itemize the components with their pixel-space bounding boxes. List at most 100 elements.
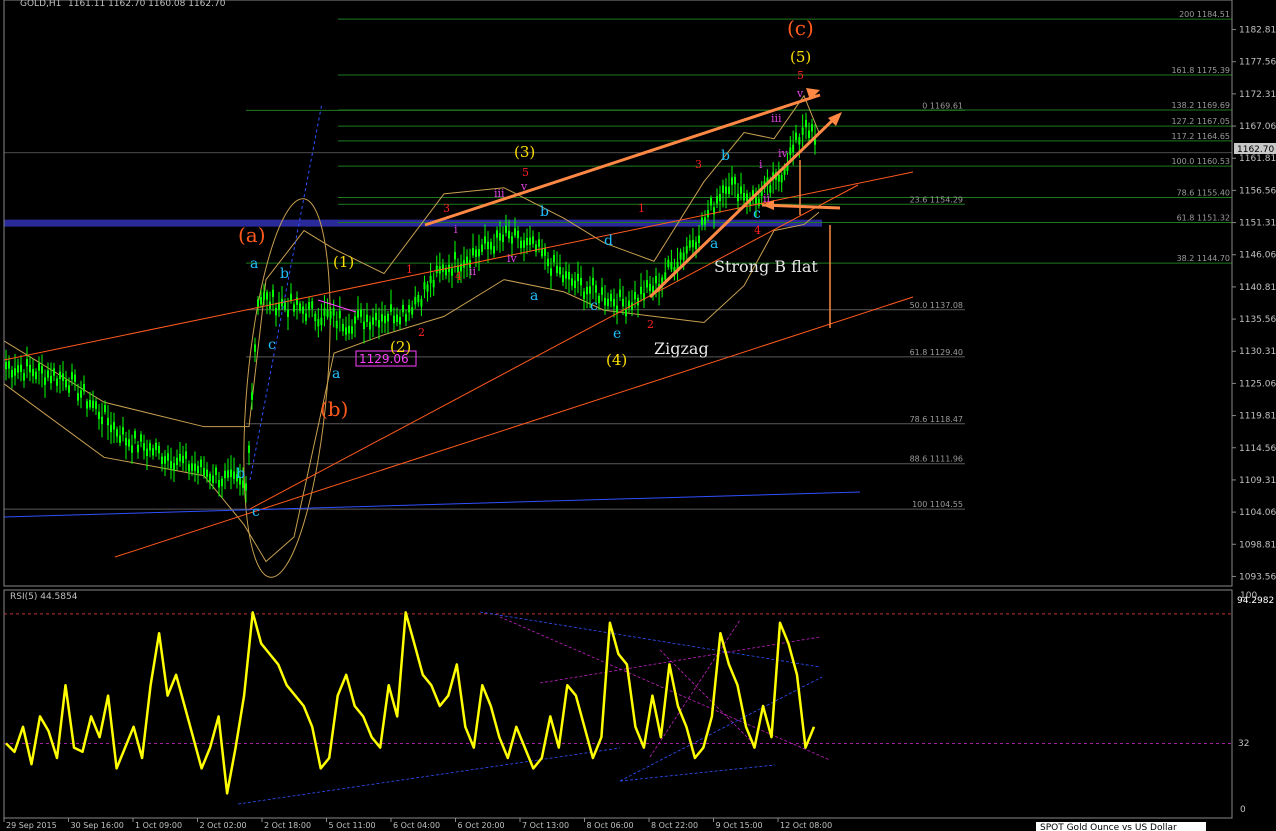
candle-body [547, 258, 549, 267]
candle-body [577, 273, 579, 282]
candle-body [185, 451, 187, 459]
candle-body [502, 234, 504, 242]
footer-tab-label[interactable]: SPOT Gold Ounce vs US Dollar [1040, 823, 1177, 831]
fib-label: 100 1104.55 [912, 500, 963, 509]
candle-body [789, 147, 792, 155]
candle-body [701, 217, 703, 225]
wave-label-big: (a) [238, 223, 266, 247]
x-tick-label: 8 Oct 06:00 [587, 821, 634, 830]
candle-body [23, 373, 25, 381]
candle-body [140, 434, 142, 442]
wave-label-cyan: d [604, 233, 613, 249]
x-tick-label: 8 Oct 22:00 [651, 821, 698, 830]
candle-body [565, 271, 567, 279]
candle-body [405, 314, 407, 322]
candle-body [529, 237, 531, 245]
candle-body [176, 457, 178, 466]
candle-body [206, 469, 208, 477]
wave-label-cyan: b [236, 466, 245, 482]
wave-label-yellow: (4) [606, 351, 627, 369]
candle-body [92, 400, 94, 408]
candle-body [682, 252, 685, 261]
candle-body [212, 475, 214, 483]
candle-body [451, 268, 453, 276]
candle-body [47, 370, 49, 378]
y-tick-label: 1146.06 [1239, 251, 1276, 261]
candle-body [725, 186, 727, 194]
candle-body [68, 385, 70, 393]
rsi-trend-6 [619, 764, 776, 782]
wave-label-big: (b) [320, 397, 348, 421]
x-tick-label: 6 Oct 20:00 [458, 821, 505, 830]
wave-label-cyan: b [540, 204, 549, 220]
candle-body [454, 252, 456, 260]
candle-body [305, 313, 307, 321]
rsi-trend-7 [649, 619, 741, 758]
candle-body [393, 315, 395, 324]
candle-body [402, 304, 404, 313]
rsi-panel [4, 611, 1232, 805]
x-tick-label: 29 Sep 2015 [6, 821, 57, 830]
wave-label-magenta: i [454, 223, 458, 236]
y-tick-label: 1114.56 [1239, 444, 1276, 454]
candle-body [541, 248, 543, 257]
wave-label-magenta: ii [763, 192, 771, 205]
main-panel-border [3, 0, 1233, 587]
rsi-series-line [5, 611, 816, 795]
y-tick-label: 1135.56 [1239, 315, 1276, 325]
candle-body [125, 437, 127, 446]
candle-body [266, 292, 268, 300]
wave-label-cyan: a [332, 366, 340, 382]
candle-body [323, 308, 326, 316]
candle-body [550, 268, 552, 276]
candle-body [667, 259, 670, 268]
candle-body [710, 198, 712, 206]
candle-body [616, 305, 618, 313]
candle-body [188, 464, 190, 472]
candle-body [348, 325, 350, 334]
candle-body [131, 445, 133, 453]
candle-body [50, 375, 52, 384]
candle-body [553, 254, 555, 263]
wave-annotations: 1129.06(a)(b)(c)(1)(2)(3)(4)(5)123451234… [236, 16, 818, 520]
fib-label: 200 1184.51 [1179, 10, 1230, 19]
candle-body [314, 313, 317, 322]
candle-body [508, 231, 510, 239]
candle-body [233, 471, 235, 479]
rsi-trend-8 [659, 649, 751, 741]
candle-body [155, 442, 157, 451]
candle-body [493, 246, 495, 254]
grid-layer [4, 152, 1232, 227]
candle-body [604, 297, 606, 306]
price-candles [5, 112, 816, 503]
candle-body [77, 393, 79, 401]
x-tick-label: 9 Oct 15:00 [716, 821, 763, 830]
candle-body [795, 132, 797, 140]
candle-body [607, 298, 609, 306]
candle-body [481, 244, 483, 252]
candle-body [478, 249, 480, 257]
wave-label-cyan: c [252, 504, 260, 520]
candle-body [757, 198, 760, 206]
candle-body [366, 314, 368, 323]
fib-label: 127.2 1167.05 [1171, 117, 1230, 126]
rsi-panel-border [3, 589, 1233, 819]
candle-body [511, 236, 513, 244]
candle-body [227, 470, 229, 478]
wave-label-magenta: i [759, 158, 763, 171]
candle-body [411, 307, 414, 315]
candle-body [251, 392, 253, 400]
candle-body [332, 308, 335, 316]
rsi-trend-4 [499, 616, 831, 761]
candle-body [535, 244, 537, 252]
y-tick-label: 1167.06 [1239, 122, 1276, 132]
candle-body [345, 327, 347, 335]
candle-body [583, 291, 585, 299]
candle-body [44, 377, 46, 385]
candle-body [86, 401, 88, 409]
candle-body [592, 277, 594, 286]
axes-layer: 1182.81 1177.56 1172.31 1167.06 1161.81 1156.… [3, 0, 1276, 830]
wave-label-magenta: iii [771, 112, 782, 125]
candle-body [523, 240, 525, 248]
wave-label-red: 2 [647, 318, 654, 331]
